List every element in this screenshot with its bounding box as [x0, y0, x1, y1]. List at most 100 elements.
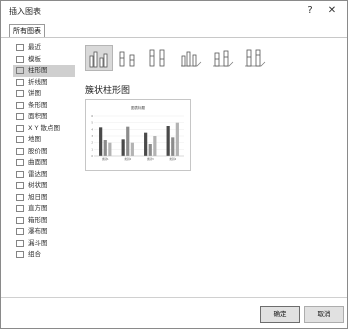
sidebar-item[interactable]: 模板 — [13, 54, 75, 66]
cancel-button[interactable]: 取消 — [304, 306, 344, 323]
line-chart-icon — [16, 78, 24, 86]
y-tick-label: 5 — [91, 121, 93, 125]
footer-divider — [1, 297, 347, 298]
combo-chart-icon — [16, 251, 24, 258]
x-tick-label: 类别1 — [102, 157, 109, 161]
histogram-icon — [16, 205, 24, 212]
chart-bar — [99, 127, 103, 156]
surface-chart-icon — [16, 159, 24, 166]
tab-divider — [1, 37, 347, 38]
preview-chart: 图表标题 0 1 2 3 4 5 6 类别1 类别2 类别3 类别4 — [91, 105, 184, 161]
insert-chart-dialog: 插入图表 ? ✕ 所有图表 最近模板柱形图折线图饼图条形图面积图 X Y 散点图地… — [0, 0, 348, 329]
sidebar-item[interactable]: 树状图 — [13, 180, 75, 192]
ok-button[interactable]: 确定 — [260, 306, 300, 323]
3d-clustered-column-icon — [181, 51, 202, 67]
subtype-3d-stacked-column[interactable] — [209, 45, 235, 69]
chart-bar — [144, 132, 148, 156]
sidebar-item-label: 条形图 — [28, 100, 48, 109]
tab-all-charts[interactable]: 所有图表 — [9, 24, 45, 38]
subtype-percent-stacked-column[interactable] — [145, 45, 171, 69]
sidebar-item-label: 最近 — [28, 43, 41, 51]
sidebar-item[interactable]: 旭日图 — [13, 192, 75, 204]
stacked-column-icon — [119, 51, 135, 67]
subtype-stacked-column[interactable] — [115, 45, 141, 69]
template-icon — [16, 55, 24, 63]
subtype-3d-percent-stacked-column[interactable] — [241, 45, 267, 69]
subtype-3d-clustered-column[interactable] — [177, 45, 203, 69]
3d-percent-stacked-column-icon — [245, 49, 266, 67]
x-tick-label: 类别4 — [169, 157, 176, 161]
sidebar-item-label: 地图 — [28, 135, 41, 143]
chart-bar — [153, 136, 157, 156]
subtype-clustered-column[interactable] — [85, 45, 113, 71]
sidebar-item[interactable]: 饼图 — [13, 88, 75, 100]
chart-bar — [126, 126, 130, 156]
sidebar-item[interactable]: 组合 — [13, 249, 75, 261]
sidebar-item[interactable]: 最近 — [13, 42, 75, 54]
sidebar-item[interactable]: 雷达图 — [13, 169, 75, 181]
chart-title: 图表标题 — [131, 105, 145, 110]
sidebar-item[interactable]: 地图 — [13, 134, 75, 146]
sidebar-item[interactable]: 条形图 — [13, 100, 75, 112]
sidebar-item-label: 组合 — [28, 250, 41, 258]
x-tick-label: 类别2 — [124, 157, 131, 161]
sidebar-item-label: 直方图 — [28, 204, 48, 212]
column-chart-icon — [16, 67, 24, 74]
help-button[interactable]: ? — [301, 3, 319, 19]
y-tick-label: 4 — [91, 127, 93, 131]
box-whisker-icon — [16, 216, 24, 224]
x-tick-label: 类别3 — [147, 157, 154, 161]
waterfall-icon — [16, 228, 24, 235]
sidebar-item[interactable]: 箱形图 — [13, 215, 75, 227]
chart-bar — [121, 139, 125, 156]
sidebar-item-label: X Y 散点图 — [28, 123, 61, 132]
chart-category-list: 最近模板柱形图折线图饼图条形图面积图 X Y 散点图 地图股价图 曲面图雷达图树状图旭… — [13, 42, 75, 261]
radar-chart-icon — [16, 170, 24, 178]
sidebar-item[interactable]: 曲面图 — [13, 157, 75, 169]
sidebar-item[interactable]: 漏斗图 — [13, 238, 75, 250]
sidebar-item[interactable]: 折线图 — [13, 77, 75, 89]
sidebar-item-label: 箱形图 — [28, 215, 48, 224]
sidebar-item-label: 曲面图 — [28, 158, 48, 166]
y-tick-label: 3 — [91, 134, 93, 138]
chart-bar — [175, 122, 179, 156]
chart-type-heading: 簇状柱形图 — [85, 86, 131, 96]
scatter-chart-icon — [16, 124, 24, 132]
y-tick-label: 0 — [91, 154, 93, 158]
sidebar-item-label: 漏斗图 — [28, 238, 48, 247]
sidebar-item[interactable]: 面积图 — [13, 111, 75, 123]
recent-icon — [16, 44, 24, 51]
close-button[interactable]: ✕ — [323, 3, 341, 19]
y-tick-label: 6 — [91, 114, 93, 118]
funnel-icon — [16, 239, 24, 247]
sidebar-item-label: 折线图 — [28, 77, 48, 86]
chart-bar — [103, 140, 107, 156]
map-chart-icon — [16, 136, 24, 143]
sidebar-item[interactable]: 瀑布图 — [13, 226, 75, 238]
y-tick-label: 2 — [91, 141, 93, 145]
chart-bar — [148, 144, 152, 156]
bar-chart-icon — [16, 101, 24, 109]
chart-preview[interactable]: 图表标题 0 1 2 3 4 5 6 类别1 类别2 类别3 类别4 — [85, 99, 191, 171]
sunburst-icon — [16, 193, 24, 201]
sidebar-item-label: 树状图 — [28, 181, 48, 189]
sidebar-item[interactable]: X Y 散点图 — [13, 123, 75, 135]
chart-bar — [166, 126, 170, 156]
sidebar-item-label: 雷达图 — [28, 169, 48, 178]
sidebar-item-label: 饼图 — [28, 89, 41, 97]
chart-bar — [130, 142, 134, 156]
pie-chart-icon — [16, 90, 24, 97]
stock-chart-icon — [16, 147, 24, 155]
dialog-title: 插入图表 — [9, 7, 41, 16]
sidebar-item[interactable]: 股价图 — [13, 146, 75, 158]
sidebar-item-label: 模板 — [28, 54, 41, 63]
chart-bar — [108, 142, 112, 156]
clustered-column-icon — [89, 51, 108, 68]
area-chart-icon — [16, 113, 24, 120]
3d-stacked-column-icon — [213, 50, 234, 67]
sidebar-item-label: 柱形图 — [28, 66, 48, 74]
sidebar-item[interactable]: 柱形图 — [13, 65, 75, 77]
sidebar-item[interactable]: 直方图 — [13, 203, 75, 215]
percent-stacked-column-icon — [149, 49, 165, 67]
sidebar-item-label: 瀑布图 — [28, 227, 48, 235]
